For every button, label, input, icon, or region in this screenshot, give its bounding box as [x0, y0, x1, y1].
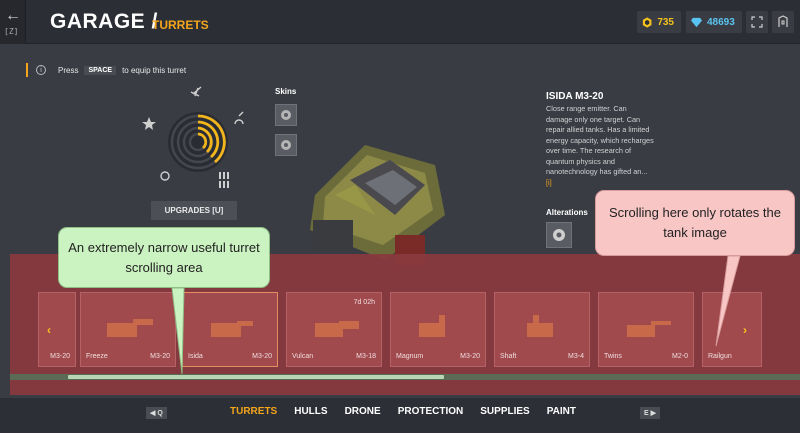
- card-name: Freeze: [86, 353, 108, 360]
- exit-button[interactable]: [772, 11, 794, 33]
- turret-carousel[interactable]: ‹ M3-20 Freeze M3-20 Isida M3-20 7d 02h …: [38, 292, 800, 367]
- alterations-label: Alterations: [546, 208, 588, 217]
- card-name: Twins: [604, 353, 622, 360]
- turret-image: [527, 315, 553, 337]
- turret-card[interactable]: Shaft M3-4: [494, 292, 590, 367]
- callout-rotation-area: Scrolling here only rotates the tank ima…: [595, 190, 795, 256]
- next-tab-key[interactable]: E ▶: [640, 407, 660, 419]
- turret-name: ISIDA M3-20: [546, 91, 604, 102]
- tank-preview[interactable]: [295, 125, 460, 270]
- top-bar: ← [Z] GARAGE / TURRETS 735 48693: [0, 0, 800, 44]
- page-title: GARAGE /: [50, 10, 158, 33]
- page-subtitle: TURRETS: [152, 18, 209, 32]
- turret-scrollbar[interactable]: [10, 374, 800, 380]
- back-arrow-icon: ←: [5, 7, 21, 24]
- bottom-nav: ◀ Q TURRETS HULLS DRONE PROTECTION SUPPL…: [0, 398, 800, 433]
- back-key-hint: [Z]: [4, 27, 19, 36]
- exit-icon: [778, 15, 788, 27]
- card-level: M3-20: [252, 353, 272, 360]
- turret-description: Close range emitter. Can damage only one…: [546, 104, 654, 188]
- skin-option-1[interactable]: [275, 104, 297, 126]
- upgrade-wheel[interactable]: [135, 82, 265, 197]
- scrollbar-thumb[interactable]: [68, 375, 444, 379]
- star-icon: [142, 117, 156, 130]
- gear-icon: [553, 229, 565, 241]
- turret-card[interactable]: Freeze M3-20: [80, 292, 176, 367]
- card-level: M3-18: [356, 353, 376, 360]
- card-level: M3-20: [50, 353, 70, 360]
- crystals-value: 735: [657, 16, 674, 28]
- turret-image: [419, 315, 445, 337]
- fullscreen-icon: [751, 16, 763, 28]
- turret-card[interactable]: 7d 02h Vulcan M3-18: [286, 292, 382, 367]
- upgrade-rings: [168, 112, 228, 172]
- turret-image: [107, 319, 153, 337]
- card-name: Magnum: [396, 353, 424, 360]
- card-level: M3-4: [568, 353, 584, 360]
- accuracy-icon: [160, 171, 170, 181]
- diamond-icon: [691, 17, 702, 27]
- turret-card[interactable]: Twins M2-0: [598, 292, 694, 367]
- card-name: Isida: [188, 353, 203, 360]
- back-button[interactable]: ← [Z]: [0, 0, 26, 44]
- skin-gear-icon: [281, 140, 291, 150]
- card-name: Shaft: [500, 353, 517, 360]
- prev-tab-key[interactable]: ◀ Q: [146, 407, 167, 419]
- hint-post-text: to equip this turret: [122, 65, 187, 75]
- card-name: Railgun: [708, 353, 732, 360]
- carousel-next-icon[interactable]: ›: [743, 323, 747, 337]
- hint-pre-text: Press: [58, 65, 79, 75]
- card-level: M3-20: [150, 353, 170, 360]
- crystal-icon: [642, 16, 652, 28]
- turret-image: [315, 321, 359, 337]
- callout-narrow-area: An extremely narrow useful turret scroll…: [58, 227, 270, 288]
- hint-key: SPACE: [84, 65, 117, 75]
- turret-card[interactable]: Magnum M3-20: [390, 292, 486, 367]
- tab-paint[interactable]: PAINT: [547, 406, 576, 417]
- turret-description-text: Close range emitter. Can damage only one…: [546, 104, 654, 176]
- diamonds-counter[interactable]: 48693: [686, 11, 742, 33]
- equip-hint: i Press SPACE to equip this turret: [26, 63, 296, 77]
- skin-gear-icon: [281, 110, 291, 120]
- tab-hulls[interactable]: HULLS: [294, 406, 327, 417]
- alterations-button[interactable]: [546, 222, 572, 248]
- card-level: M2-0: [672, 353, 688, 360]
- ammo-icon: [219, 172, 229, 188]
- tab-protection[interactable]: PROTECTION: [398, 406, 464, 417]
- skin-option-2[interactable]: [275, 134, 297, 156]
- card-name: Vulcan: [292, 353, 314, 360]
- info-icon: i: [36, 65, 46, 75]
- damage-icon: [190, 86, 202, 97]
- fullscreen-button[interactable]: [746, 11, 768, 33]
- skins-label: Skins: [275, 87, 297, 96]
- more-info-link[interactable]: [i]: [546, 178, 552, 187]
- range-icon: [234, 111, 244, 125]
- turret-image: [211, 321, 253, 337]
- turret-image: [627, 321, 671, 337]
- carousel-prev-icon[interactable]: ‹: [47, 323, 51, 337]
- category-tabs: TURRETS HULLS DRONE PROTECTION SUPPLIES …: [230, 406, 593, 417]
- diamonds-value: 48693: [707, 16, 735, 28]
- card-level: M3-20: [460, 353, 480, 360]
- upgrades-button[interactable]: UPGRADES [U]: [151, 201, 237, 220]
- tab-drone[interactable]: DRONE: [345, 406, 381, 417]
- tab-turrets[interactable]: TURRETS: [230, 406, 277, 417]
- tab-supplies[interactable]: SUPPLIES: [480, 406, 529, 417]
- turret-card[interactable]: ‹ M3-20: [38, 292, 76, 367]
- card-timer: 7d 02h: [353, 299, 375, 306]
- turret-card[interactable]: Railgun ›: [702, 292, 762, 367]
- turret-card-selected[interactable]: Isida M3-20: [182, 292, 278, 367]
- crystals-counter[interactable]: 735: [637, 11, 681, 33]
